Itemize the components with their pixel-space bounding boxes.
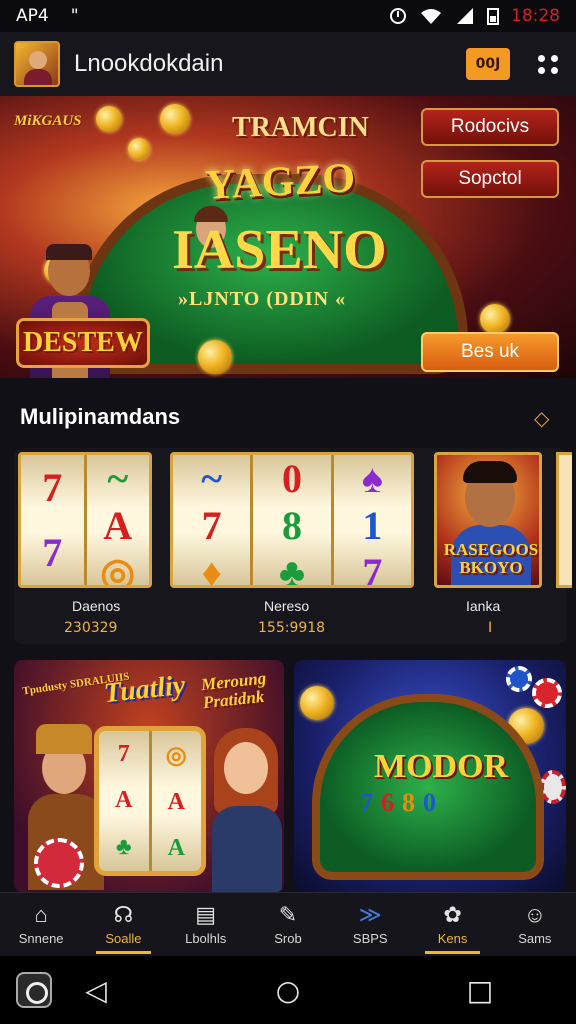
girl-character: [206, 722, 284, 892]
wifi-icon: [421, 9, 441, 24]
tab-sbps[interactable]: ≫ SBPS: [329, 893, 411, 956]
slot-row: 77 ~ A ◎ ~7 ♦ 0 8 ♣ ♠ 1 7 RASEGOOS BKOYO Daenos…: [14, 448, 572, 644]
tab-label: Sams: [518, 931, 552, 946]
number-cell: 0: [423, 788, 436, 817]
number-cell: 6: [381, 788, 394, 817]
alarm-icon: [390, 8, 406, 24]
tab-label: Snnene: [18, 931, 64, 946]
coin-icon: [160, 104, 190, 134]
mini-slot-machine: 7 A ♣ ◎ A A: [94, 726, 206, 876]
hero-banner[interactable]: MiKGAUS TRAMCIN YAGZO IASENO »LJNTO (DDI…: [0, 96, 576, 378]
tab-home[interactable]: ⌂ Snnene: [0, 893, 82, 956]
notification-icon: ": [70, 6, 79, 26]
hero-top-text: TRAMCIN: [232, 112, 369, 143]
game-card-2[interactable]: MODOR 7 6 8 0: [294, 660, 566, 892]
rocket-icon: ✎: [278, 902, 298, 927]
slot-name-2: Nereso: [264, 598, 310, 614]
cards-icon: ▤: [195, 902, 217, 927]
battery-icon: [487, 8, 499, 25]
coin-button[interactable]: 00J: [466, 48, 510, 80]
home-circle-icon[interactable]: ○: [192, 974, 384, 1007]
coin-icon: [300, 686, 334, 720]
menu-grid-icon[interactable]: [538, 54, 562, 74]
clock-text: 18:28: [511, 6, 560, 26]
coin-icon: [96, 106, 122, 132]
tab-profile[interactable]: ☺ Sams: [494, 893, 576, 956]
tab-label: Soalle: [105, 931, 142, 946]
game-card-1[interactable]: 7 A ♣ ◎ A A Tpudusty SDRALUIIS Tuatliy Merou…: [14, 660, 284, 892]
coin-icon: [480, 304, 510, 334]
tab-label: Lbolhls: [185, 931, 227, 946]
hero-subtitle: »LJNTO (DDIN «: [178, 288, 347, 310]
hero-badge: MiKGAUS: [14, 113, 82, 129]
section-title: Mulipinamdans: [20, 404, 181, 429]
slot-value-2: 155:9918: [258, 620, 326, 636]
bird-icon: ≫: [358, 902, 382, 927]
slot-card-1[interactable]: 77 ~ A ◎: [18, 452, 152, 588]
tab-rocket[interactable]: ✎ Srob: [247, 893, 329, 956]
tab-label: SBPS: [352, 931, 388, 946]
tab-support[interactable]: ☊ Soalle: [82, 893, 164, 956]
gift-icon: ✿: [443, 902, 462, 927]
slot-name-1: Daenos: [72, 598, 121, 614]
card2-title: MODOR: [374, 748, 509, 785]
hero-button-1[interactable]: Rodocivs: [421, 108, 559, 146]
tab-cards[interactable]: ▤ Lbolhls: [165, 893, 247, 956]
chevron-icon[interactable]: ◇: [534, 406, 554, 430]
slot-value-3: I: [488, 620, 493, 636]
chip-icon: [34, 838, 84, 888]
hero-logo: DESTEW: [16, 318, 150, 368]
slot-name-3: Ianka: [466, 598, 501, 614]
coin-icon: [128, 138, 150, 160]
headset-icon: ☊: [113, 902, 134, 927]
chip-icon: [506, 666, 532, 692]
coin-icon: [198, 340, 232, 374]
hero-button-2[interactable]: Sopctol: [421, 160, 559, 198]
profile-icon: ☺: [523, 902, 547, 927]
slot-card-2[interactable]: ~7 ♦ 0 8 ♣ ♠ 1 7: [170, 452, 414, 588]
slot-card-3[interactable]: RASEGOOS BKOYO: [434, 452, 542, 588]
status-bar: AP4 " 18:28: [0, 0, 576, 32]
app-header: Lnookdokdain 00J: [0, 32, 576, 96]
tab-gifts[interactable]: ✿ Kens: [411, 893, 493, 956]
number-cell: 7: [360, 788, 373, 817]
hero-title-line1: YAGZO: [203, 155, 357, 209]
bottom-tab-bar: ⌂ Snnene ☊ Soalle ▤ Lbolhls ✎ Srob ≫ SBPS ✿ Ke…: [0, 892, 576, 956]
chip-icon: [532, 678, 562, 708]
signal-icon: [457, 8, 473, 24]
system-nav-bar: ◁ ○ □: [0, 956, 576, 1024]
tab-label: Srob: [274, 931, 302, 946]
camera-app-icon[interactable]: [16, 972, 52, 1008]
card1-right-text: Meroung Pratidnk: [200, 668, 268, 713]
slot-value-1: 230329: [64, 620, 118, 636]
card2-numbers: 7 6 8 0: [360, 788, 436, 818]
portrait-label: RASEGOOS BKOYO: [443, 540, 539, 577]
tab-label: Kens: [437, 931, 468, 946]
slot-card-4-partial[interactable]: [556, 452, 572, 588]
hero-cta-button[interactable]: Bes uk: [421, 332, 559, 372]
hero-title-line2: IASENO: [172, 219, 387, 281]
avatar[interactable]: [14, 41, 60, 87]
app-title: Lnookdokdain: [74, 50, 224, 77]
home-icon: ⌂: [34, 902, 48, 927]
carrier-text: AP4: [16, 6, 49, 26]
recents-icon[interactable]: □: [384, 974, 576, 1007]
number-cell: 8: [402, 788, 415, 817]
